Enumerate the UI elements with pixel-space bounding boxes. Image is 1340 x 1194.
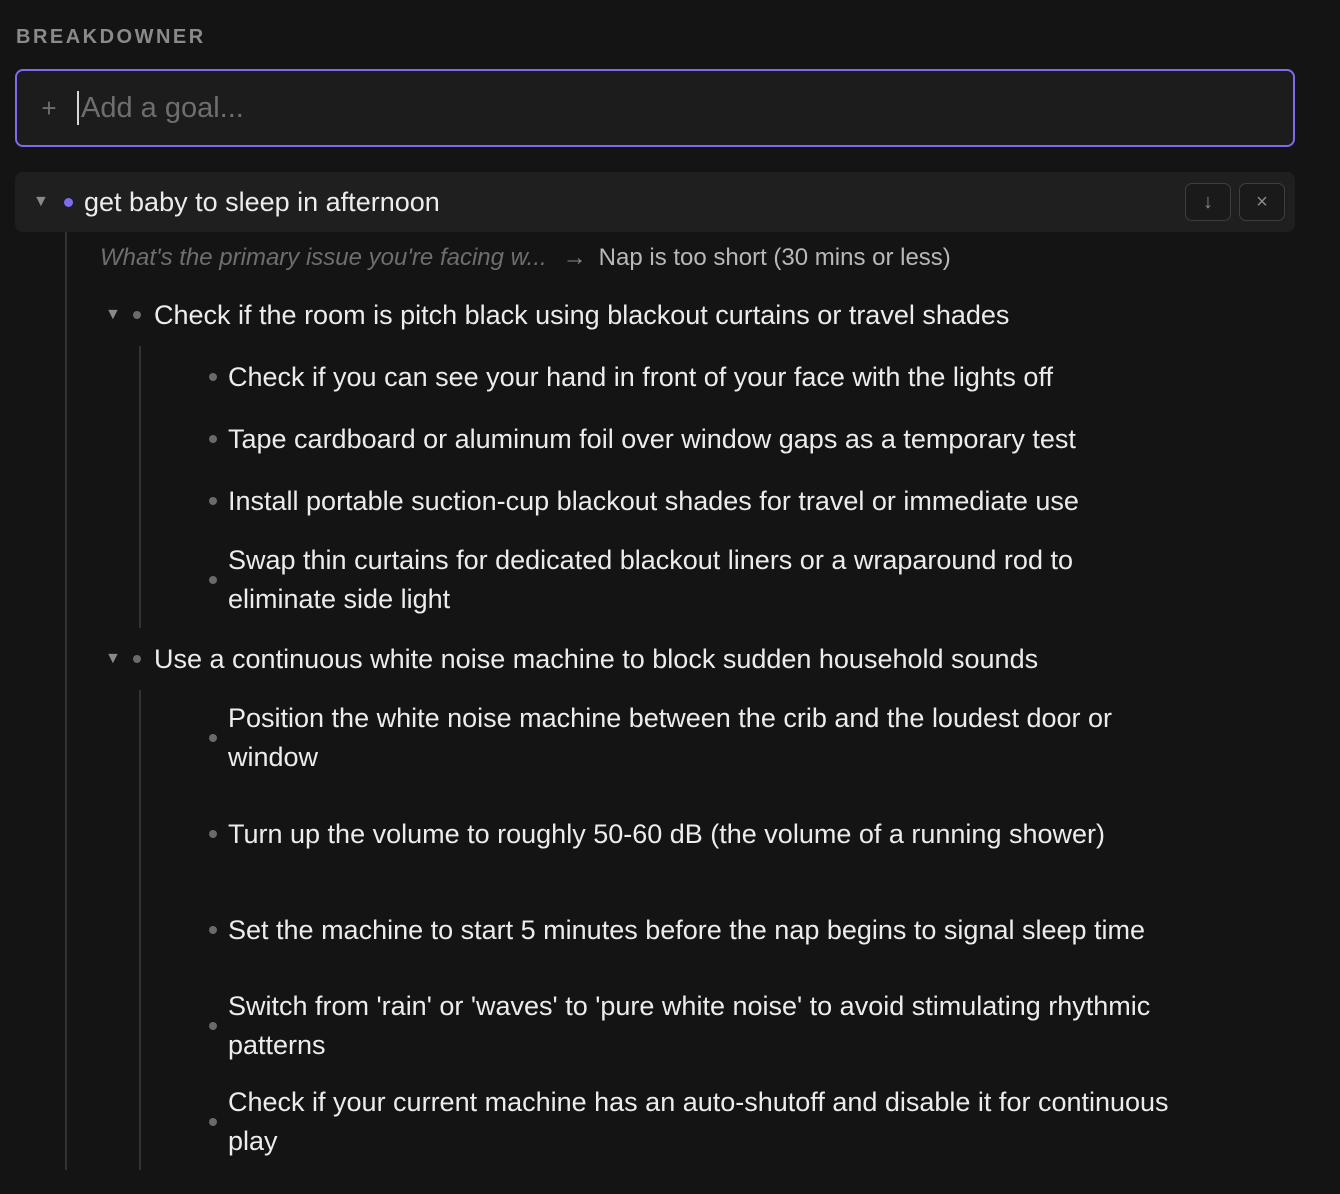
bullet-icon — [133, 311, 141, 319]
move-down-button[interactable]: ↓ — [1185, 183, 1231, 221]
goal-title[interactable]: get baby to sleep in afternoon — [84, 187, 1177, 218]
substep-label[interactable]: Turn up the volume to roughly 50-60 dB (… — [228, 815, 1178, 854]
qa-answer: Nap is too short (30 mins or less) — [598, 244, 951, 271]
substep-item[interactable]: Tape cardboard or aluminum foil over win… — [141, 408, 1241, 470]
collapse-caret-icon[interactable]: ▼ — [105, 651, 121, 667]
bullet-icon — [209, 830, 217, 838]
substep-label[interactable]: Set the machine to start 5 minutes befor… — [228, 911, 1178, 950]
app-root: BREAKDOWNER + ▼ get baby to sleep in aft… — [0, 0, 1340, 1194]
substep-label[interactable]: Install portable suction-cup blackout sh… — [228, 482, 1178, 521]
substep-item[interactable]: Turn up the volume to roughly 50-60 dB (… — [141, 786, 1241, 882]
bullet-icon — [209, 734, 217, 742]
bullet-icon — [209, 926, 217, 934]
substep-label[interactable]: Position the white noise machine between… — [228, 699, 1178, 777]
substep-label[interactable]: Check if your current machine has an aut… — [228, 1083, 1178, 1161]
close-icon: × — [1256, 191, 1268, 213]
goal-bullet-icon — [64, 197, 73, 207]
plus-icon: + — [41, 93, 57, 123]
substep-item[interactable]: Install portable suction-cup blackout sh… — [141, 470, 1241, 532]
clarifying-qa: What's the primary issue you're facing w… — [67, 232, 1295, 284]
substep-item[interactable]: Swap thin curtains for dedicated blackou… — [141, 532, 1241, 628]
delete-goal-button[interactable]: × — [1239, 183, 1285, 221]
collapse-caret-icon[interactable]: ▼ — [105, 307, 121, 323]
add-goal-input[interactable] — [77, 91, 1275, 125]
substep-item[interactable]: Switch from 'rain' or 'waves' to 'pure w… — [141, 978, 1241, 1074]
bullet-icon — [209, 1118, 217, 1126]
app-title: BREAKDOWNER — [16, 26, 206, 48]
goal-children: What's the primary issue you're facing w… — [65, 232, 1295, 1170]
substep-label[interactable]: Tape cardboard or aluminum foil over win… — [228, 420, 1178, 459]
bullet-icon — [209, 435, 217, 443]
substep-item[interactable]: Position the white noise machine between… — [141, 690, 1241, 786]
substep-item[interactable]: Set the machine to start 5 minutes befor… — [141, 882, 1241, 978]
substep-label[interactable]: Check if you can see your hand in front … — [228, 358, 1178, 397]
step-children: Position the white noise machine between… — [139, 690, 1295, 1170]
step-label[interactable]: Use a continuous white noise machine to … — [154, 644, 1038, 675]
bullet-icon — [209, 1022, 217, 1030]
step-label[interactable]: Check if the room is pitch black using b… — [154, 300, 1009, 331]
step-item[interactable]: ▼ Use a continuous white noise machine t… — [67, 628, 1295, 690]
bullet-icon — [209, 497, 217, 505]
substep-item[interactable]: Check if you can see your hand in front … — [141, 346, 1241, 408]
substep-label[interactable]: Switch from 'rain' or 'waves' to 'pure w… — [228, 987, 1178, 1065]
add-goal-field[interactable]: + — [15, 69, 1295, 147]
qa-question: What's the primary issue you're facing w… — [100, 244, 547, 271]
collapse-caret-icon[interactable]: ▼ — [33, 194, 49, 210]
goal-row[interactable]: ▼ get baby to sleep in afternoon ↓ × — [15, 172, 1295, 232]
substep-item[interactable]: Check if your current machine has an aut… — [141, 1074, 1241, 1170]
step-item[interactable]: ▼ Check if the room is pitch black using… — [67, 284, 1295, 346]
substep-label[interactable]: Swap thin curtains for dedicated blackou… — [228, 541, 1178, 619]
bullet-icon — [133, 655, 141, 663]
arrow-right-icon: → — [562, 244, 587, 271]
arrow-down-icon: ↓ — [1203, 191, 1213, 213]
bullet-icon — [209, 576, 217, 584]
step-children: Check if you can see your hand in front … — [139, 346, 1295, 628]
bullet-icon — [209, 373, 217, 381]
